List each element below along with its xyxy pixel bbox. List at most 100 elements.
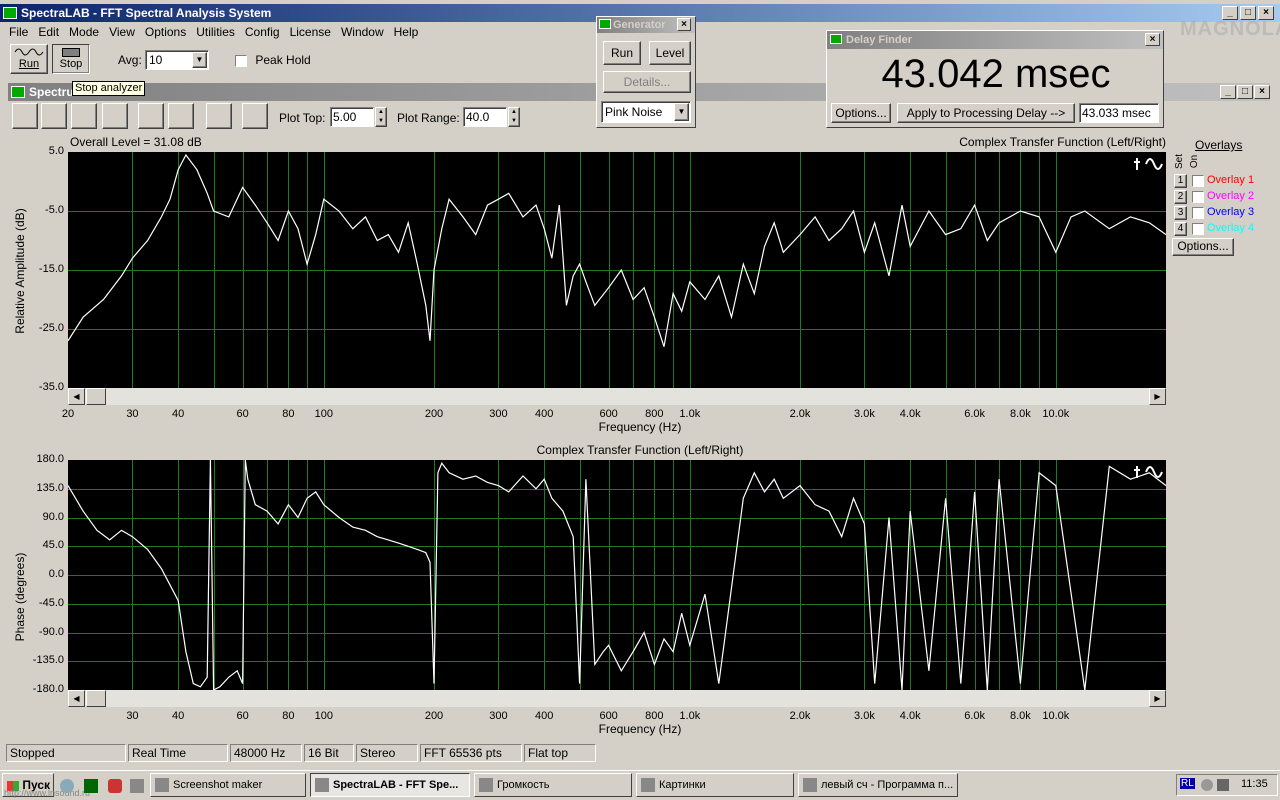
x-tick-label: 40 (172, 710, 185, 722)
x-tick-label: 1.0k (679, 408, 701, 420)
avg-select[interactable]: 10 ▼ (145, 50, 209, 70)
generator-signal-arrow[interactable]: ▼ (674, 103, 689, 121)
scroll-left-arrow[interactable]: ◀ (68, 388, 85, 405)
plot-top-input[interactable]: 5.00 (330, 107, 374, 127)
volume-icon[interactable] (1217, 779, 1229, 791)
generator-close-button[interactable]: × (677, 18, 691, 31)
zoom-in-2x-tool-button[interactable] (41, 103, 67, 129)
taskbar-item-icon (803, 778, 817, 793)
spectrum-minimize-button[interactable]: _ (1220, 85, 1236, 99)
peak-hold-box[interactable] (235, 54, 247, 67)
delay-value-display: 43.042 msec (881, 52, 1111, 96)
menu-window[interactable]: Window (336, 23, 389, 41)
plot-range-spinner[interactable]: ▲ ▼ (508, 107, 520, 127)
menu-license[interactable]: License (285, 23, 336, 41)
quicklaunch-icons (60, 778, 150, 794)
delay-finder-icon (830, 34, 842, 45)
stop-button[interactable]: Stop (52, 44, 90, 74)
y-tick-label: 135.0 (36, 481, 64, 494)
app-title: SpectraLAB - FFT Spectral Analysis Syste… (21, 6, 272, 20)
menu-config[interactable]: Config (240, 23, 285, 41)
x-tick-label: 10.0k (1042, 710, 1070, 722)
overlay-on-checkbox[interactable] (1192, 191, 1204, 203)
x-tick-label: 600 (599, 710, 618, 722)
taskbar-item[interactable]: левый сч - Программа п... (798, 773, 958, 797)
menu-view[interactable]: View (104, 23, 140, 41)
run-button[interactable]: Run (10, 44, 48, 74)
overlay-label: Overlay 1 (1207, 174, 1255, 186)
spectralab-icon (3, 6, 17, 19)
generator-level-button[interactable]: Level (649, 41, 691, 65)
phase-scroll-left-arrow[interactable]: ◀ (68, 690, 85, 707)
avg-dropdown-arrow[interactable]: ▼ (192, 52, 207, 68)
overlay-on-checkbox[interactable] (1192, 223, 1204, 235)
status-field: FFT 65536 pts (420, 744, 522, 762)
plot-settings-icon[interactable] (1134, 158, 1163, 170)
taskbar-item-label: Screenshot maker (173, 779, 263, 791)
app-icon[interactable] (130, 779, 144, 793)
peak-hold-checkbox[interactable]: Peak Hold (235, 53, 311, 67)
language-indicator[interactable]: RL (1180, 778, 1195, 789)
overlay-set-button[interactable]: 2 (1174, 190, 1187, 204)
zoom-out-2x-tool-button[interactable] (71, 103, 97, 129)
overlays-options-button[interactable]: Options... (1172, 238, 1234, 256)
amplitude-scrollbar[interactable]: ◀ ▶ (68, 388, 1166, 405)
apply-delay-button[interactable]: Apply to Processing Delay --> (897, 103, 1075, 123)
settings-tool-button[interactable] (206, 103, 232, 129)
tray-icon[interactable] (1201, 779, 1213, 791)
menu-mode[interactable]: Mode (64, 23, 104, 41)
phase-scroll-right-arrow[interactable]: ▶ (1149, 690, 1166, 707)
taskbar-item[interactable]: Screenshot maker (150, 773, 306, 797)
generator-signal-value: Pink Noise (605, 105, 663, 119)
delay-finder-title: Delay Finder (846, 34, 913, 46)
spectrum-close-button[interactable]: × (1254, 85, 1270, 99)
x-tick-label: 8.0k (1009, 408, 1031, 420)
menu-utilities[interactable]: Utilities (191, 23, 240, 41)
generator-details-button[interactable]: Details... (603, 71, 691, 93)
generator-signal-select[interactable]: Pink Noise ▼ (601, 101, 691, 123)
series-svg (68, 460, 1166, 690)
taskbar-item[interactable]: Громкость (474, 773, 632, 797)
x-tick-label: 3.0k (854, 408, 875, 420)
phase-plot[interactable] (68, 460, 1166, 690)
delay-finder-close-button[interactable]: × (1145, 33, 1160, 46)
scroll-thumb[interactable] (86, 388, 106, 405)
menu-options[interactable]: Options (140, 23, 191, 41)
line-mode-tool-button[interactable] (138, 103, 164, 129)
generator-run-button[interactable]: Run (603, 41, 641, 65)
overlay-set-button[interactable]: 1 (1174, 174, 1187, 188)
browser-icon[interactable] (60, 779, 74, 793)
phase-scrollbar[interactable]: ◀ ▶ (68, 690, 1166, 707)
media-icon[interactable] (108, 779, 122, 793)
taskbar-item[interactable]: SpectraLAB - FFT Spe... (310, 773, 470, 797)
taskbar-item[interactable]: Картинки (636, 773, 794, 797)
y-tick-label: -25.0 (38, 322, 64, 334)
menu-edit[interactable]: Edit (33, 23, 64, 41)
menu-help[interactable]: Help (389, 23, 424, 41)
phase-scroll-thumb[interactable] (86, 690, 106, 707)
x-tick-label: 100 (314, 408, 333, 420)
y-tick-label: 0.0 (48, 568, 64, 580)
plot-top-label: Plot Top: (279, 111, 326, 125)
zoom-out-full-tool-button[interactable] (102, 103, 128, 129)
overlay-set-button[interactable]: 3 (1174, 206, 1187, 220)
menu-file[interactable]: File (4, 23, 33, 41)
amplitude-plot[interactable] (68, 152, 1166, 388)
overlay-on-checkbox[interactable] (1192, 175, 1204, 187)
taskbar-item-icon (315, 778, 329, 793)
overlay-set-button[interactable]: 4 (1174, 222, 1187, 236)
scroll-right-arrow[interactable]: ▶ (1149, 388, 1166, 405)
overlay-on-checkbox[interactable] (1192, 207, 1204, 219)
x-tick-label: 30 (126, 408, 139, 420)
plot-top-spinner[interactable]: ▲ ▼ (375, 107, 387, 127)
generator-icon (599, 19, 611, 30)
zoom-tool-button[interactable] (12, 103, 38, 129)
plot-range-input[interactable]: 40.0 (463, 107, 507, 127)
auto-scale-tool-button[interactable] (242, 103, 268, 129)
bar-mode-tool-button[interactable] (168, 103, 194, 129)
spectralab-quick-icon[interactable] (84, 779, 98, 793)
delay-options-button[interactable]: Options... (831, 103, 891, 123)
spectrum-maximize-button[interactable]: □ (1237, 85, 1253, 99)
x-tick-label: 30 (126, 710, 139, 722)
y-tick-label: 45.0 (42, 539, 64, 552)
